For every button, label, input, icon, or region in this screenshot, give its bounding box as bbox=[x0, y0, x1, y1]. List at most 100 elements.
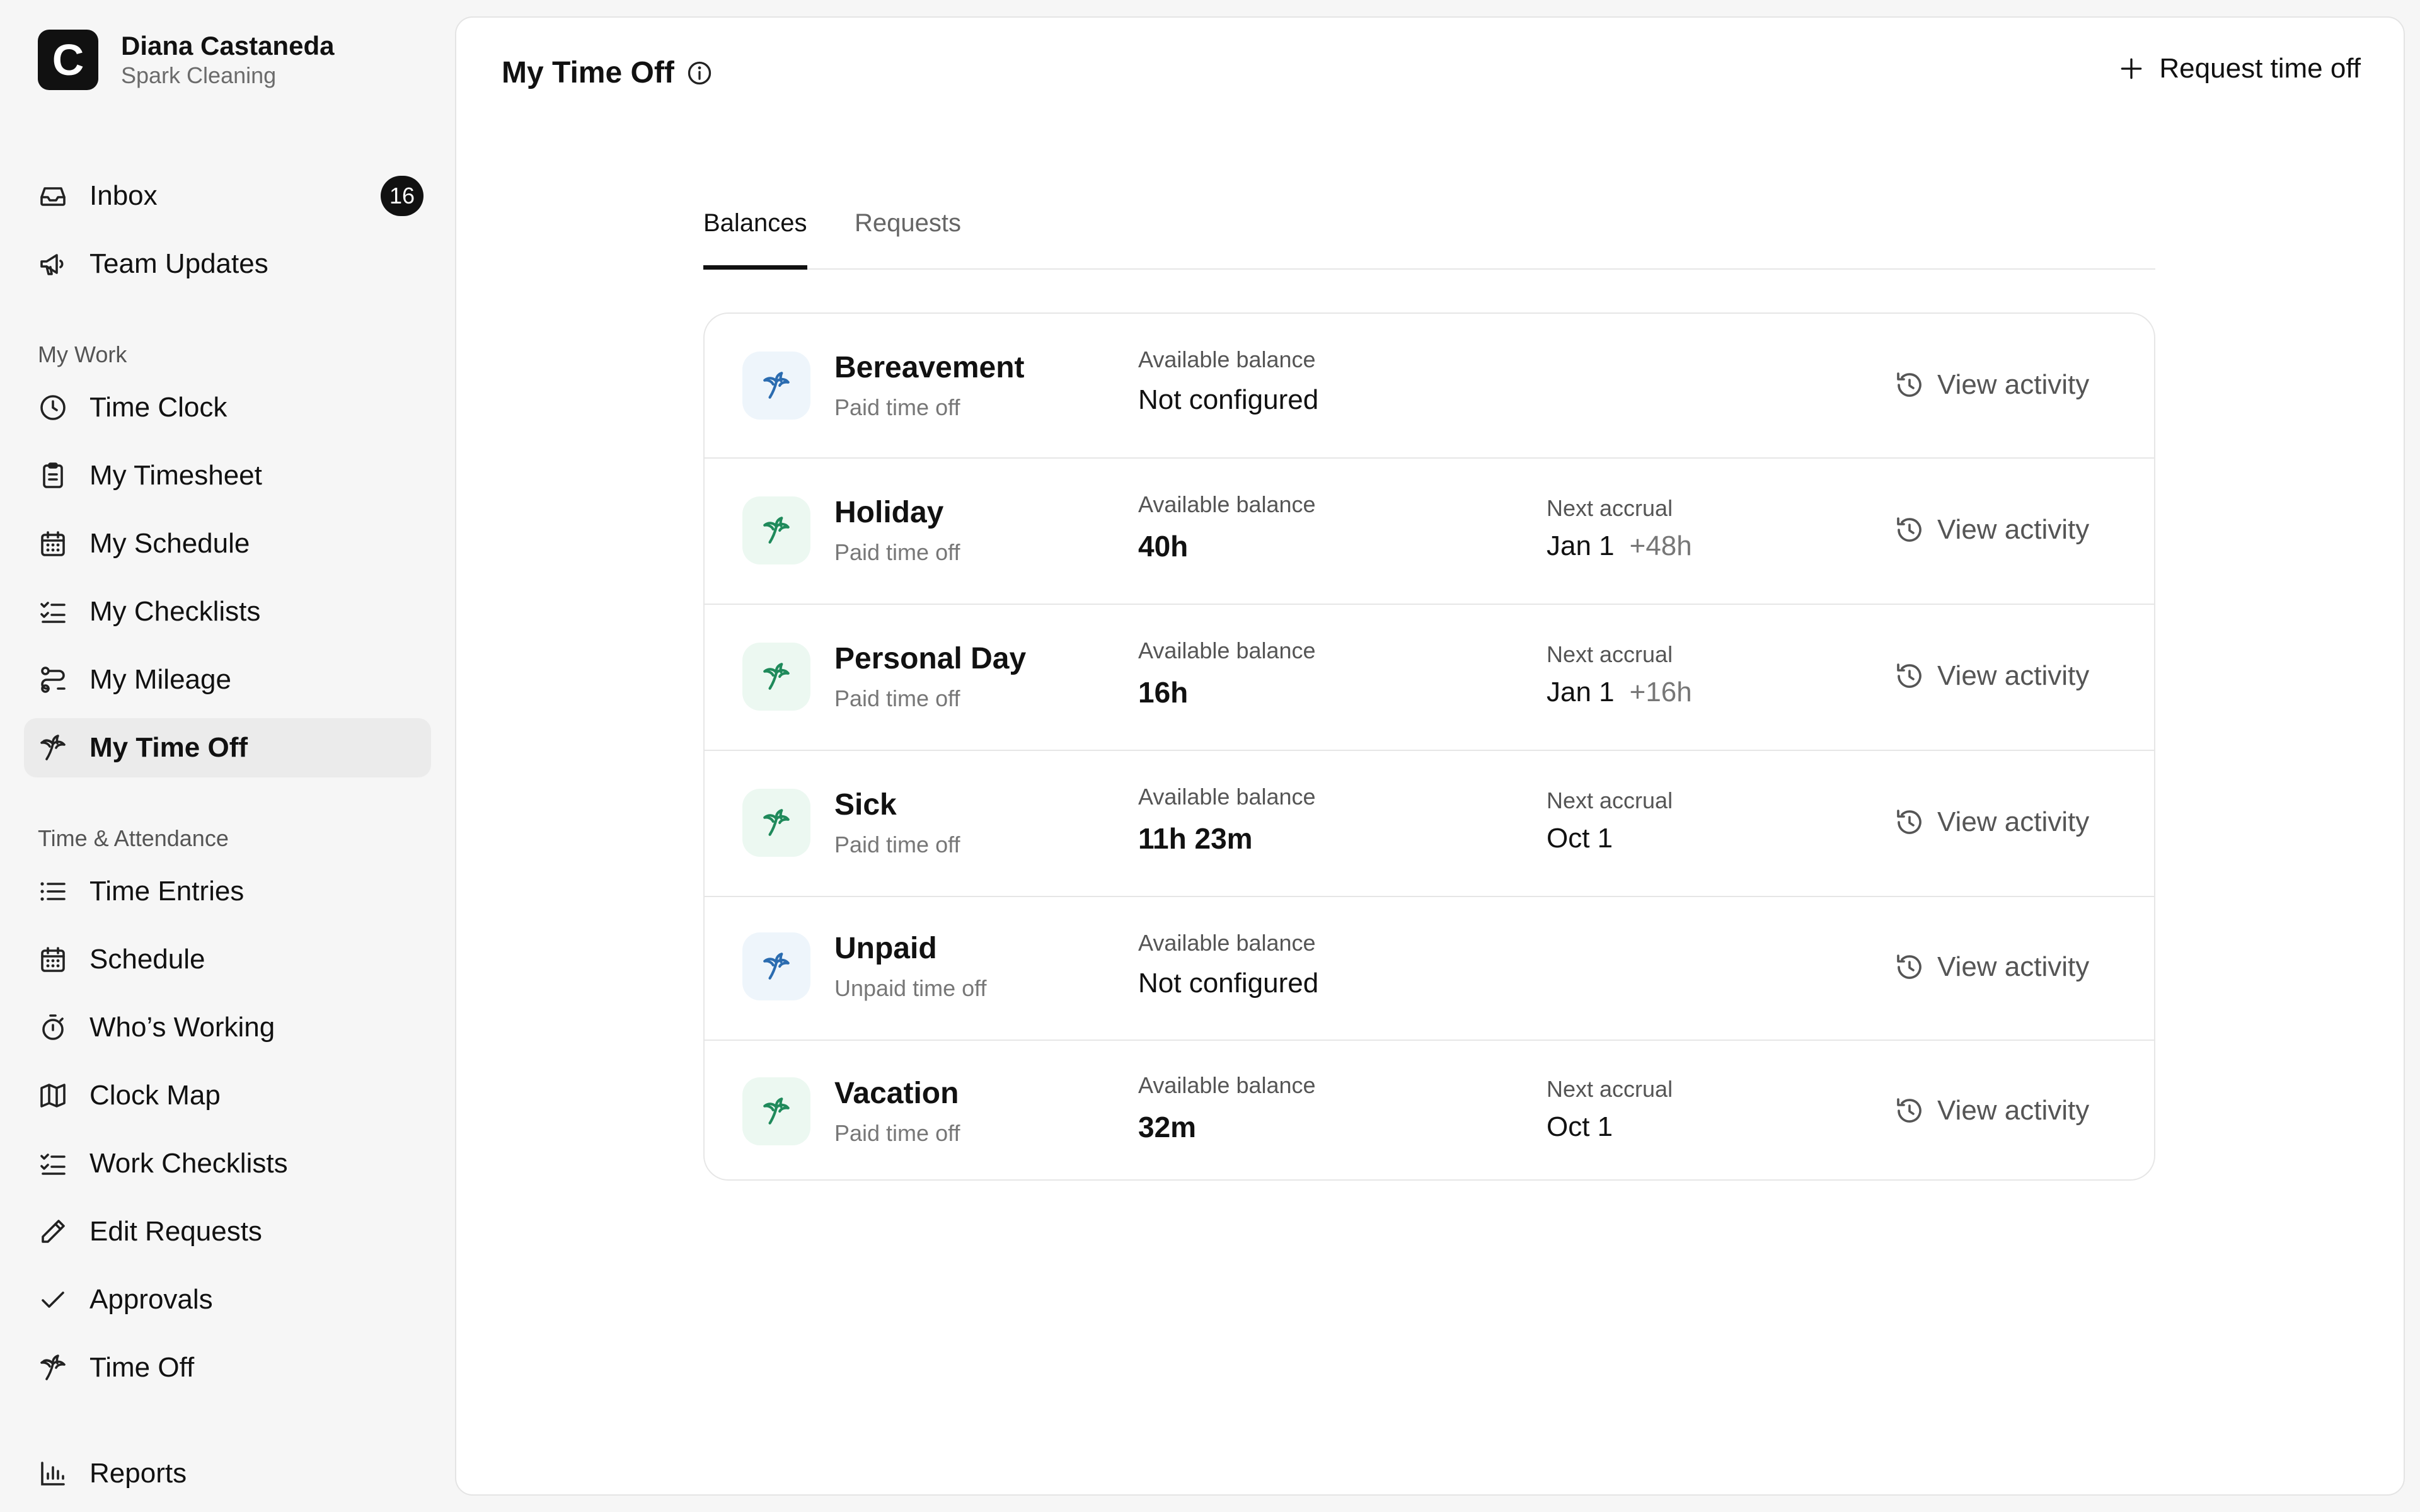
sidebar-item-label: My Timesheet bbox=[89, 460, 262, 491]
next-accrual-label: Next accrual bbox=[1547, 788, 1673, 813]
sidebar-item-work-checklists[interactable]: Work Checklists bbox=[24, 1134, 431, 1193]
available-balance-value: Not configured bbox=[1138, 968, 1319, 999]
sidebar-item-my-timesheet[interactable]: My Timesheet bbox=[24, 446, 431, 505]
inbox-count-badge: 16 bbox=[381, 176, 424, 216]
plus-icon bbox=[2121, 58, 2142, 79]
sidebar-item-time-clock[interactable]: Time Clock bbox=[24, 378, 431, 437]
available-balance-value: 16h bbox=[1138, 676, 1189, 709]
page-header: My Time Off bbox=[502, 55, 713, 90]
time-off-type-kind: Paid time off bbox=[834, 685, 960, 711]
view-activity-link[interactable]: View activity bbox=[1894, 369, 2089, 401]
sidebar-item-inbox[interactable]: Inbox 16 bbox=[24, 166, 431, 226]
balance-row-vacation: Vacation Paid time off Available balance… bbox=[705, 1040, 2154, 1179]
user-name: Diana Castaneda bbox=[121, 31, 335, 60]
palm-tree-icon bbox=[763, 517, 790, 544]
time-off-type-badge bbox=[742, 643, 810, 711]
available-balance-value: 32m bbox=[1138, 1111, 1197, 1143]
sidebar-item-label: Who’s Working bbox=[89, 1012, 275, 1043]
balance-row-holiday: Holiday Paid time off Available balance … bbox=[705, 457, 2154, 604]
balance-row-unpaid: Unpaid Unpaid time off Available balance… bbox=[705, 896, 2154, 1040]
available-balance-label: Available balance bbox=[1138, 491, 1316, 517]
available-balance-label: Available balance bbox=[1138, 346, 1316, 372]
balances-list: Bereavement Paid time off Available bala… bbox=[703, 312, 2155, 1181]
available-balance-label: Available balance bbox=[1138, 784, 1316, 810]
available-balance-value: Not configured bbox=[1138, 384, 1319, 415]
next-accrual-label: Next accrual bbox=[1547, 495, 1673, 521]
view-activity-label: View activity bbox=[1937, 514, 2090, 545]
request-time-off-button[interactable]: Request time off bbox=[2118, 53, 2361, 84]
clock-icon bbox=[40, 395, 66, 420]
history-icon bbox=[1897, 810, 1922, 834]
sidebar-item-label: My Time Off bbox=[89, 732, 248, 763]
sidebar-item-edit-requests[interactable]: Edit Requests bbox=[24, 1202, 431, 1261]
tab-balances[interactable]: Balances bbox=[703, 209, 807, 270]
next-accrual-value: Oct 1 bbox=[1547, 1111, 1613, 1143]
next-accrual-label: Next accrual bbox=[1547, 641, 1673, 667]
sidebar-item-schedule[interactable]: Schedule bbox=[24, 930, 431, 989]
sidebar-item-my-mileage[interactable]: My Mileage bbox=[24, 650, 431, 709]
next-accrual-label: Next accrual bbox=[1547, 1076, 1673, 1102]
next-accrual-date: Oct 1 bbox=[1547, 823, 1613, 854]
next-accrual-date: Oct 1 bbox=[1547, 1111, 1613, 1142]
time-off-type-badge bbox=[742, 789, 810, 857]
time-off-type-kind: Paid time off bbox=[834, 394, 960, 420]
next-accrual-value: Oct 1 bbox=[1547, 823, 1613, 854]
time-off-type-name: Vacation bbox=[834, 1077, 959, 1110]
main-panel: My Time Off Request time off Balances Re… bbox=[455, 16, 2405, 1496]
sidebar-item-time-off[interactable]: Time Off bbox=[24, 1338, 431, 1397]
available-balance-label: Available balance bbox=[1138, 930, 1316, 956]
balance-row-bereavement: Bereavement Paid time off Available bala… bbox=[705, 314, 2154, 457]
sidebar-item-my-time-off[interactable]: My Time Off bbox=[24, 718, 431, 777]
section-title-time-attendance: Time & Attendance bbox=[38, 825, 229, 851]
sidebar-item-label: Time Entries bbox=[89, 876, 245, 907]
time-off-type-badge bbox=[742, 496, 810, 564]
sidebar: C Diana Castaneda Spark Cleaning Inbox 1… bbox=[0, 0, 454, 1512]
sidebar-item-label: Time Clock bbox=[89, 392, 228, 423]
sidebar-item-clock-map[interactable]: Clock Map bbox=[24, 1066, 431, 1125]
time-off-type-name: Holiday bbox=[834, 496, 944, 529]
clipboard-icon bbox=[43, 462, 63, 488]
sidebar-item-whos-working[interactable]: Who’s Working bbox=[24, 998, 431, 1057]
available-balance-value: 40h bbox=[1138, 530, 1189, 563]
sidebar-item-reports[interactable]: Reports bbox=[24, 1444, 431, 1503]
history-icon bbox=[1897, 663, 1922, 688]
next-accrual-date: Jan 1 bbox=[1547, 677, 1615, 707]
view-activity-link[interactable]: View activity bbox=[1894, 806, 2089, 838]
sidebar-item-my-schedule[interactable]: My Schedule bbox=[24, 514, 431, 573]
tab-requests[interactable]: Requests bbox=[855, 209, 961, 270]
time-off-type-badge bbox=[742, 1077, 810, 1145]
inbox-icon bbox=[40, 187, 66, 206]
time-off-type-name: Bereavement bbox=[834, 351, 1025, 384]
time-off-type-kind: Paid time off bbox=[834, 832, 960, 857]
sidebar-item-label: Time Off bbox=[89, 1352, 195, 1383]
sidebar-item-my-checklists[interactable]: My Checklists bbox=[24, 582, 431, 641]
next-accrual-amount: +48h bbox=[1629, 530, 1692, 561]
sidebar-item-label: Reports bbox=[89, 1458, 187, 1489]
sidebar-item-label: My Mileage bbox=[89, 664, 231, 695]
sidebar-item-approvals[interactable]: Approvals bbox=[24, 1270, 431, 1329]
bar-chart-icon bbox=[41, 1462, 65, 1486]
palm-tree-icon bbox=[763, 372, 790, 399]
time-off-type-kind: Paid time off bbox=[834, 1120, 960, 1146]
sidebar-item-label: Inbox bbox=[89, 180, 158, 211]
sidebar-item-label: Schedule bbox=[89, 944, 205, 975]
history-icon bbox=[1897, 372, 1922, 397]
account-info: Diana Castaneda Spark Cleaning bbox=[121, 30, 334, 89]
palm-tree-icon bbox=[40, 1354, 66, 1380]
view-activity-label: View activity bbox=[1937, 369, 2090, 400]
palm-tree-icon bbox=[763, 1097, 790, 1125]
view-activity-link[interactable]: View activity bbox=[1894, 514, 2089, 546]
account-switcher[interactable]: C Diana Castaneda Spark Cleaning bbox=[38, 30, 334, 90]
time-off-type-badge bbox=[742, 932, 810, 1000]
time-off-type-name: Personal Day bbox=[834, 642, 1027, 675]
available-balance-label: Available balance bbox=[1138, 1072, 1316, 1098]
info-icon[interactable] bbox=[686, 59, 713, 87]
sidebar-item-team-updates[interactable]: Team Updates bbox=[24, 234, 431, 294]
sidebar-item-time-entries[interactable]: Time Entries bbox=[24, 862, 431, 921]
view-activity-label: View activity bbox=[1937, 660, 2090, 691]
view-activity-link[interactable]: View activity bbox=[1894, 660, 2089, 692]
view-activity-link[interactable]: View activity bbox=[1894, 1095, 2089, 1126]
next-accrual-value: Jan 1 +16h bbox=[1547, 677, 1692, 708]
view-activity-link[interactable]: View activity bbox=[1894, 951, 2089, 983]
next-accrual-date: Jan 1 bbox=[1547, 530, 1615, 561]
